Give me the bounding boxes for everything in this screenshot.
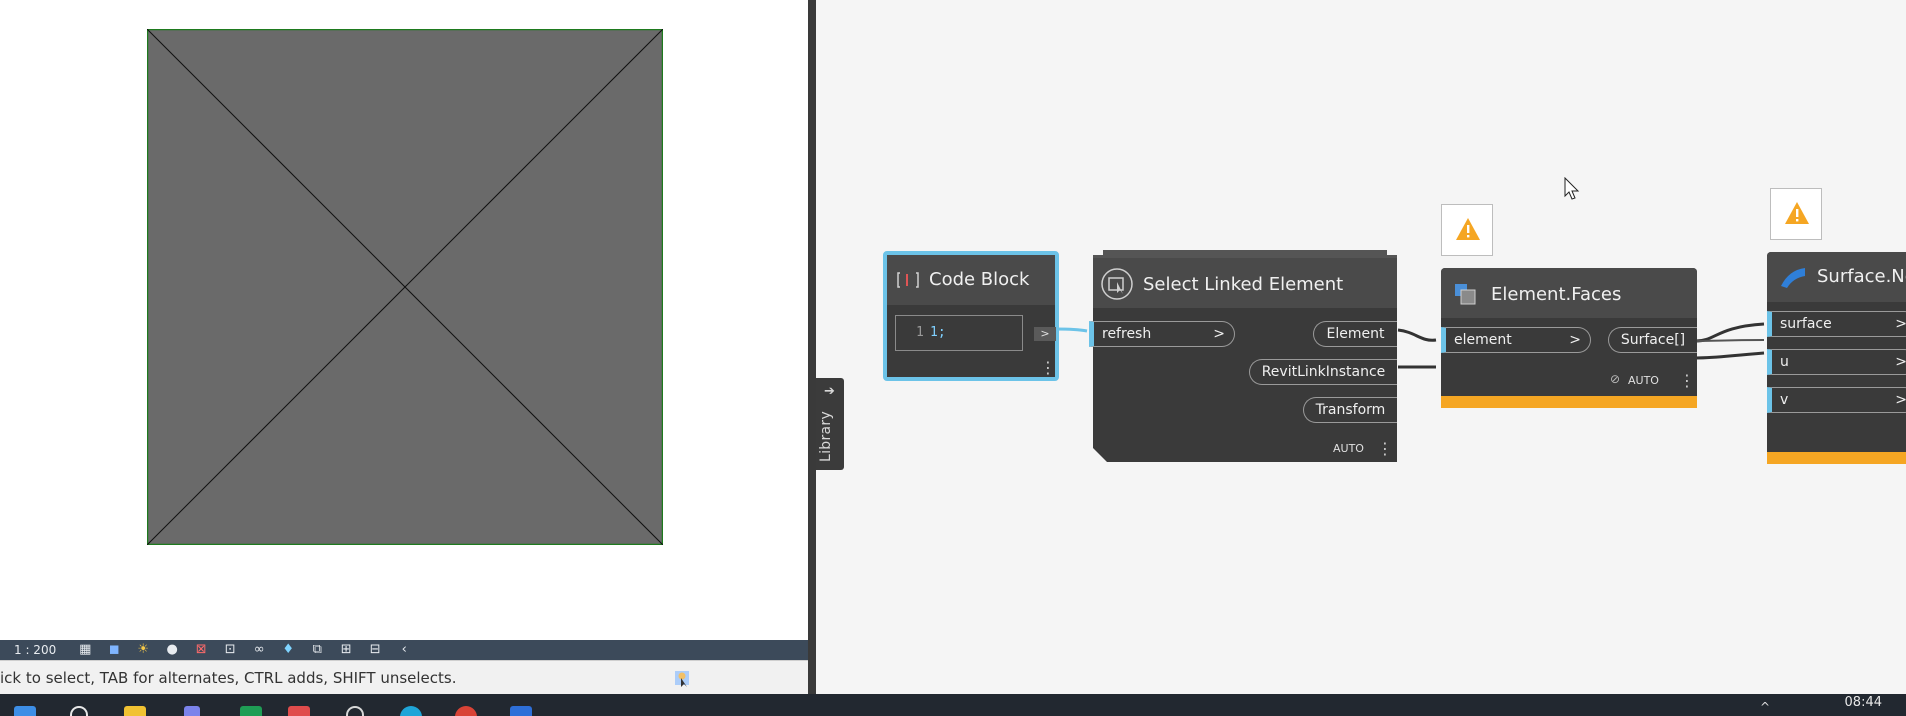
chrome-icon[interactable]	[455, 706, 477, 716]
view-control-bar: 1 : 200 ▦ ◼ ☀ ● ⊠ ⊡ ∞ ♦ ⧉ ⊞ ⊟ ‹	[0, 640, 812, 660]
input-port-label: element	[1454, 332, 1512, 348]
resize-corner[interactable]	[1093, 448, 1107, 462]
warning-icon	[1456, 218, 1480, 240]
input-port-label: v	[1780, 392, 1789, 408]
code-block-menu-icon[interactable]: ⋮	[1040, 360, 1056, 376]
status-text: ick to select, TAB for alternates, CTRL …	[0, 669, 457, 687]
detail-level-icon[interactable]: ▦	[75, 642, 95, 658]
worksharing-icon[interactable]: ⧉	[307, 642, 327, 658]
visual-style-icon[interactable]: ◼	[104, 642, 124, 658]
dynamo-icon[interactable]	[510, 706, 532, 716]
output-port-label: Surface[]	[1620, 332, 1686, 348]
input-port-v[interactable]: v >	[1767, 387, 1906, 413]
input-port-label: surface	[1780, 316, 1832, 332]
surface-node-warning-bubble[interactable]	[1770, 188, 1822, 240]
settings-icon[interactable]	[346, 706, 364, 716]
window-splitter[interactable]	[808, 0, 816, 694]
output-port-label: Transform	[1315, 402, 1386, 418]
shadows-icon[interactable]: ●	[162, 642, 182, 658]
input-port-refresh[interactable]: refresh >	[1089, 321, 1235, 347]
library-expand-icon: ➔	[824, 384, 835, 399]
chevron-right-icon: >	[1213, 326, 1225, 342]
chevron-right-icon: >	[1895, 354, 1906, 370]
chevron-right-icon: >	[1895, 316, 1906, 332]
calendar-icon[interactable]	[288, 706, 310, 716]
mouse-cursor-icon	[1564, 177, 1580, 200]
element-faces-title: Element.Faces	[1491, 284, 1622, 305]
start-icon[interactable]	[14, 706, 36, 716]
code-block-output-port[interactable]: >	[1034, 327, 1056, 341]
output-port-surface-list[interactable]: Surface[]	[1608, 327, 1697, 353]
element-faces-warning-bubble[interactable]	[1441, 204, 1493, 256]
output-port-revitlinkinstance[interactable]: RevitLinkInstance	[1249, 359, 1397, 385]
chevron-right-icon: >	[1895, 392, 1906, 408]
teams-icon[interactable]	[184, 706, 200, 716]
reveal-hidden-icon[interactable]: ♦	[278, 642, 298, 658]
code-block-icon	[897, 272, 919, 288]
selection-filter-icon[interactable]	[672, 668, 692, 688]
library-tab[interactable]: ➔ Library	[816, 378, 844, 470]
file-explorer-icon[interactable]	[124, 706, 146, 716]
output-port-label: Element	[1326, 326, 1385, 342]
temporary-hide-icon[interactable]: ∞	[249, 642, 269, 658]
excel-icon[interactable]	[240, 706, 262, 716]
code-block-title: Code Block	[929, 269, 1030, 290]
chevron-right-icon: >	[1569, 332, 1581, 348]
search-icon[interactable]	[70, 706, 88, 716]
code-text: 1;	[930, 325, 946, 340]
library-label: Library	[818, 410, 834, 462]
input-port-u[interactable]: u >	[1767, 349, 1906, 375]
node-menu-icon[interactable]: ⋮	[1679, 373, 1695, 389]
tray-chevron-icon[interactable]: ^	[1760, 700, 1770, 714]
edge-icon[interactable]	[400, 706, 422, 716]
windows-taskbar: ^ 08:44	[0, 694, 1906, 716]
view-placeholder-box[interactable]	[147, 29, 663, 545]
input-port-label: u	[1780, 354, 1789, 370]
warning-state-bar	[1767, 452, 1906, 464]
node-stack-edge	[1103, 250, 1387, 255]
collapse-arrow-icon[interactable]: ‹	[394, 642, 414, 658]
node-menu-icon[interactable]: ⋮	[1377, 441, 1393, 457]
revit-view[interactable]	[0, 0, 812, 640]
select-linked-title: Select Linked Element	[1143, 274, 1344, 295]
element-faces-icon	[1455, 284, 1476, 305]
lacing-label[interactable]: AUTO	[1333, 442, 1364, 455]
element-faces-node[interactable]: Element.Faces element > Surface[] ⊘ AUTO…	[1441, 268, 1697, 408]
sun-path-icon[interactable]: ☀	[133, 642, 153, 658]
surface-icon	[1781, 268, 1805, 288]
select-element-icon	[1101, 268, 1133, 300]
view-scale[interactable]: 1 : 200	[14, 643, 56, 657]
taskbar-clock[interactable]: 08:44	[1845, 695, 1882, 710]
highlight-displacement-icon[interactable]: ⊟	[365, 642, 385, 658]
input-port-surface[interactable]: surface >	[1767, 311, 1906, 337]
output-port-element[interactable]: Element	[1313, 321, 1397, 347]
output-port-transform[interactable]: Transform	[1303, 397, 1397, 423]
warning-icon	[1785, 202, 1809, 224]
surface-node-title: Surface.No	[1817, 266, 1906, 287]
crop-view-icon[interactable]: ⊠	[191, 642, 211, 658]
analytical-model-icon[interactable]: ⊞	[336, 642, 356, 658]
code-line-number: 1	[916, 325, 924, 340]
status-bar: ick to select, TAB for alternates, CTRL …	[0, 660, 812, 694]
preview-hidden-icon[interactable]: ⊘	[1610, 372, 1620, 386]
code-editor[interactable]: 1 1;	[895, 315, 1023, 351]
surface-node[interactable]: Surface.No surface > u > v >	[1767, 252, 1906, 464]
select-linked-element-node[interactable]: Select Linked Element refresh > Element …	[1089, 250, 1397, 462]
lacing-label[interactable]: AUTO	[1628, 374, 1659, 387]
show-crop-icon[interactable]: ⊡	[220, 642, 240, 658]
input-port-label: refresh	[1102, 326, 1152, 342]
dynamo-canvas[interactable]: ➔ Library Code Block 1 1; > ⋮ Select Lin…	[816, 0, 1906, 694]
warning-state-bar	[1441, 396, 1697, 408]
code-block-node[interactable]: Code Block 1 1; > ⋮	[883, 251, 1059, 381]
input-port-element[interactable]: element >	[1441, 327, 1591, 353]
output-port-label: RevitLinkInstance	[1261, 364, 1386, 380]
